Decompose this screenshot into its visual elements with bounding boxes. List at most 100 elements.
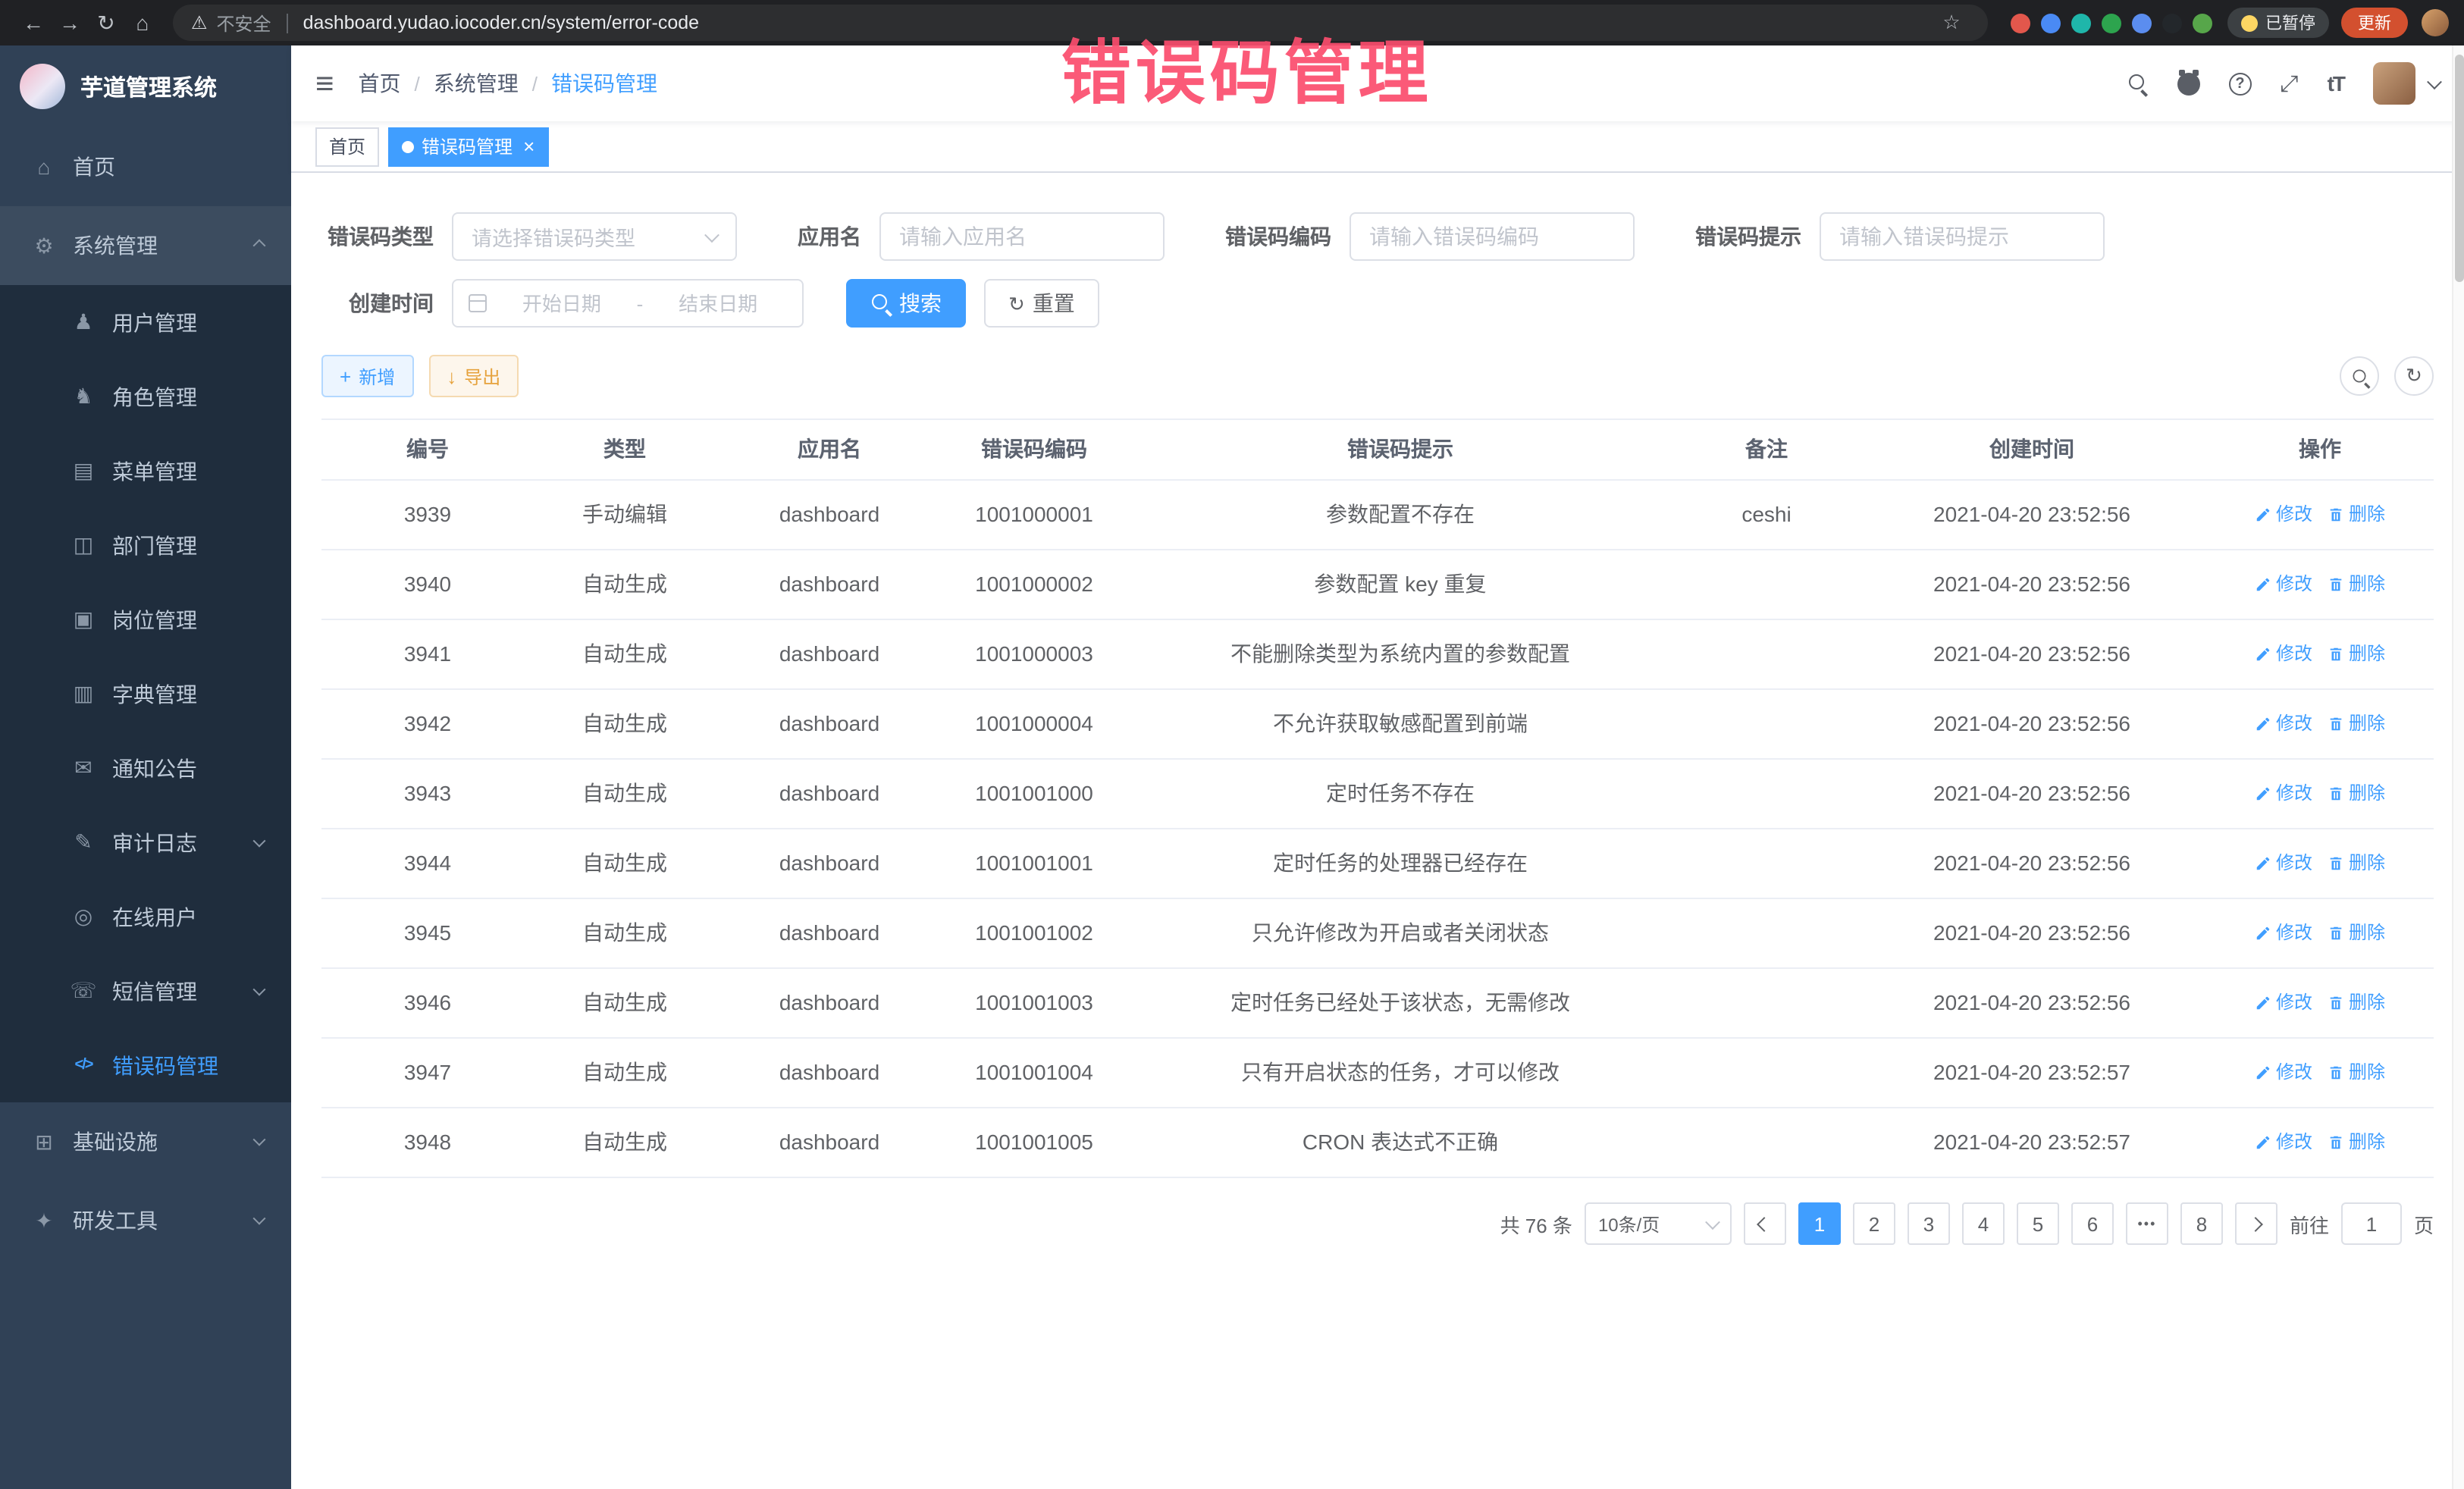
goto-page-input[interactable] [2341,1202,2402,1245]
sidebar-item[interactable]: ▣岗位管理 [0,582,291,657]
extension-icon[interactable] [2132,13,2152,33]
sidebar-item[interactable]: ✎审计日志 [0,805,291,879]
back-icon[interactable]: ← [15,5,52,41]
close-icon[interactable]: × [523,136,534,156]
extension-icon[interactable] [2162,13,2182,33]
fullscreen-icon[interactable]: ⤢ [2281,71,2299,96]
sidebar-item[interactable]: ♟用户管理 [0,285,291,359]
reset-button[interactable]: ↻ 重置 [984,279,1099,328]
edit-button[interactable]: 修改 [2255,1057,2312,1089]
search-icon[interactable] [2127,73,2149,94]
prev-page-button[interactable] [1744,1202,1786,1245]
sidebar-item[interactable]: ♞角色管理 [0,359,291,434]
page-button[interactable]: 5 [2017,1202,2059,1245]
sidebar-item-system[interactable]: ⚙ 系统管理 [0,206,291,285]
tab-error-code[interactable]: 错误码管理 × [388,127,548,166]
page-button[interactable]: 1 [1798,1202,1841,1245]
extension-icon[interactable] [2102,13,2121,33]
date-range-picker[interactable]: - [452,279,804,328]
chevron-down-icon [253,983,266,995]
extension-icon[interactable] [2041,13,2061,33]
address-bar[interactable]: ⚠ 不安全 dashboard.yudao.iocoder.cn/system/… [173,5,1988,41]
chevron-down-icon[interactable] [2427,74,2442,89]
page-button[interactable]: 6 [2071,1202,2114,1245]
app-name-input[interactable] [879,212,1165,261]
delete-button[interactable]: 删除 [2328,987,2385,1019]
page-button[interactable]: 3 [1908,1202,1950,1245]
reload-icon[interactable]: ↻ [88,5,124,41]
paused-badge[interactable]: 已暂停 [2227,8,2329,38]
browser-home-icon[interactable]: ⌂ [124,5,161,41]
extension-icon[interactable] [2193,13,2212,33]
hamburger-icon[interactable]: ≡ [315,67,334,99]
forward-icon[interactable]: → [52,5,88,41]
end-date-input[interactable] [649,292,787,315]
export-button[interactable]: ↓ 导出 [428,355,519,397]
edit-button[interactable]: 修改 [2255,987,2312,1019]
next-page-button[interactable] [2235,1202,2277,1245]
delete-button[interactable]: 删除 [2328,917,2385,949]
page-button[interactable]: ••• [2126,1202,2168,1245]
page-size-select[interactable]: 10条/页 [1585,1202,1732,1245]
edit-button[interactable]: 修改 [2255,1127,2312,1158]
edit-label: 修改 [2276,499,2312,531]
sidebar-item[interactable]: ◫部门管理 [0,508,291,582]
toggle-search-button[interactable] [2340,356,2379,396]
page-button[interactable]: 4 [1962,1202,2005,1245]
tab-home[interactable]: 首页 [315,127,379,166]
extension-icon[interactable] [2071,13,2091,33]
error-type-select[interactable]: 请选择错误码类型 [452,212,737,261]
edit-button[interactable]: 修改 [2255,569,2312,600]
edit-button[interactable]: 修改 [2255,848,2312,879]
cell-ops: 修改删除 [2206,550,2434,619]
bookmark-star-icon[interactable]: ☆ [1933,5,1970,41]
github-icon[interactable] [2177,72,2200,95]
sidebar-item-home[interactable]: ⌂ 首页 [0,127,291,206]
dev-tools-icon: ✦ [30,1208,58,1234]
sidebar-item[interactable]: ◎在线用户 [0,879,291,954]
delete-button[interactable]: 删除 [2328,638,2385,670]
edit-button[interactable]: 修改 [2255,708,2312,740]
delete-button[interactable]: 删除 [2328,1057,2385,1089]
scrollbar-thumb[interactable] [2454,55,2463,282]
scrollbar[interactable] [2452,45,2464,1489]
start-date-input[interactable] [493,292,631,315]
extension-icon[interactable] [2011,13,2030,33]
update-button[interactable]: 更新 [2341,8,2408,38]
sidebar-item[interactable]: ▤菜单管理 [0,434,291,508]
refresh-table-button[interactable]: ↻ [2394,356,2434,396]
help-icon[interactable]: ? [2229,72,2252,95]
breadcrumb-system[interactable]: 系统管理 [434,68,519,99]
error-code-input[interactable] [1350,212,1635,261]
search-button[interactable]: 搜索 [846,279,966,328]
edit-button[interactable]: 修改 [2255,778,2312,810]
delete-button[interactable]: 删除 [2328,848,2385,879]
delete-button[interactable]: 删除 [2328,708,2385,740]
edit-button[interactable]: 修改 [2255,499,2312,531]
audit-log-icon: ✎ [70,829,97,855]
browser-profile-avatar[interactable] [2422,9,2449,36]
cell-time: 2021-04-20 23:52:56 [1857,690,2206,758]
delete-button[interactable]: 删除 [2328,1127,2385,1158]
user-avatar[interactable] [2373,62,2415,105]
delete-button[interactable]: 删除 [2328,569,2385,600]
sidebar-item[interactable]: </>错误码管理 [0,1028,291,1102]
sidebar-item[interactable]: ✉通知公告 [0,731,291,805]
add-button[interactable]: + 新增 [321,355,413,397]
sidebar-item[interactable]: ⊞基础设施 [0,1102,291,1181]
table-row: 3944自动生成dashboard1001001001定时任务的处理器已经存在2… [321,829,2434,899]
delete-button[interactable]: 删除 [2328,778,2385,810]
sidebar-item[interactable]: ▥字典管理 [0,657,291,731]
sidebar-item[interactable]: ✦研发工具 [0,1181,291,1260]
page-button[interactable]: 8 [2180,1202,2223,1245]
page-button[interactable]: 2 [1853,1202,1895,1245]
font-size-icon[interactable]: tT [2328,71,2344,96]
edit-button[interactable]: 修改 [2255,638,2312,670]
error-hint-input[interactable] [1820,212,2105,261]
sidebar-item[interactable]: ☏短信管理 [0,954,291,1028]
breadcrumb-home[interactable]: 首页 [359,68,401,99]
edit-button[interactable]: 修改 [2255,917,2312,949]
cell-hint: 参数配置不存在 [1125,481,1676,549]
app-logo[interactable]: 芋道管理系统 [0,45,291,127]
delete-button[interactable]: 删除 [2328,499,2385,531]
